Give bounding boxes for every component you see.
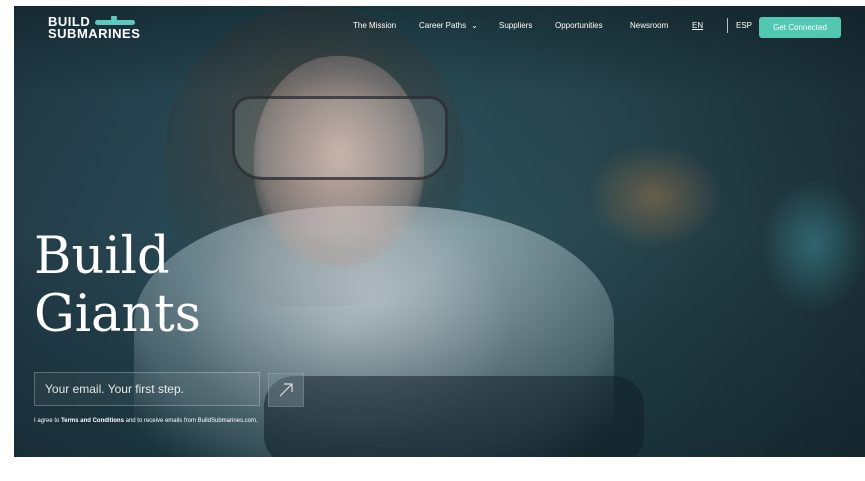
lang-esp[interactable]: ESP — [736, 21, 752, 30]
arrow-up-right-icon — [279, 383, 293, 397]
nav-suppliers[interactable]: Suppliers — [499, 21, 532, 30]
hero-title: Build Giants — [34, 228, 201, 344]
terms-consent: I agree to Terms and Conditions and to r… — [34, 417, 264, 426]
terms-prefix: I agree to — [34, 418, 62, 424]
hero-title-line1: Build — [34, 227, 170, 286]
hero-title-line2: Giants — [34, 285, 201, 344]
chevron-down-icon: ⌄ — [471, 21, 478, 30]
lang-divider — [727, 18, 728, 33]
nav-opportunities[interactable]: Opportunities — [555, 21, 603, 30]
nav-the-mission[interactable]: The Mission — [353, 21, 396, 30]
terms-suffix: and to receive emails from BuildSubmarin… — [123, 418, 258, 424]
hero-section: BUILD SUBMARINES The Mission Career Path… — [14, 6, 865, 457]
nav-career-paths-label: Career Paths — [419, 21, 467, 30]
get-connected-button[interactable]: Get Connected — [759, 17, 841, 38]
nav-newsroom[interactable]: Newsroom — [630, 21, 668, 30]
nav-career-paths[interactable]: Career Paths ⌄ — [419, 21, 478, 30]
lang-en[interactable]: EN — [692, 21, 703, 30]
main-nav: The Mission Career Paths ⌄ Suppliers Oppo… — [14, 18, 865, 41]
terms-link[interactable]: Terms and Conditions — [61, 418, 124, 424]
submit-button[interactable] — [268, 373, 304, 407]
email-input[interactable] — [34, 372, 260, 406]
